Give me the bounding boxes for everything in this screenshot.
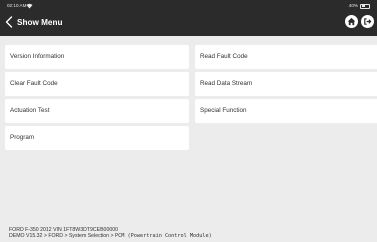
- breadcrumb-path: DEMO V15.32 > FORD > System Selection >: [9, 233, 115, 239]
- exit-icon: [364, 18, 372, 25]
- menu-item-version-information[interactable]: Version Information: [5, 45, 189, 69]
- menu-item-actuation-test[interactable]: Actuation Test: [5, 99, 189, 123]
- menu-item-clear-fault-code[interactable]: Clear Fault Code: [5, 72, 189, 96]
- title-bar: 02:10 AM 40% Show Menu: [0, 0, 377, 36]
- battery-icon: [360, 3, 370, 9]
- module-name: PCM (Powertrain Control Module): [114, 233, 212, 239]
- status-time: 02:10 AM: [7, 3, 27, 8]
- menu-item-program[interactable]: Program: [5, 126, 189, 150]
- status-right: 40%: [349, 3, 370, 9]
- breadcrumb: DEMO V15.32 > FORD > System Selection > …: [9, 233, 377, 239]
- back-button[interactable]: Show Menu: [5, 15, 62, 29]
- page-title: Show Menu: [17, 17, 63, 27]
- menu-item-read-data-stream[interactable]: Read Data Stream: [195, 72, 377, 96]
- menu-item-special-function[interactable]: Special Function: [195, 99, 377, 123]
- home-button[interactable]: [345, 15, 358, 28]
- exit-button[interactable]: [361, 15, 374, 28]
- battery-percent: 40%: [348, 3, 358, 8]
- wifi-icon: [26, 3, 33, 9]
- vehicle-info-footer: FORD F-350 2012 VIN 1FT8W3DT9CEB00000 DE…: [0, 225, 377, 242]
- menu-item-read-fault-code[interactable]: Read Fault Code: [195, 45, 377, 69]
- chevron-left-icon: [5, 16, 13, 28]
- home-icon: [347, 17, 356, 26]
